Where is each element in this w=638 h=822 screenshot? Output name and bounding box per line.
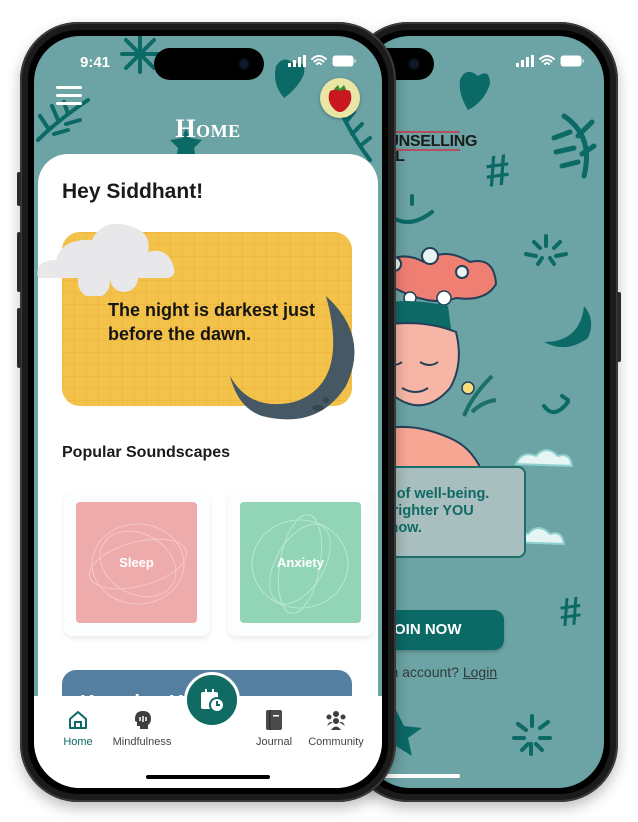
tab-label: Home bbox=[63, 736, 93, 748]
front-phone-frame: 9:41 Home Hey Siddhant! The night is dar… bbox=[17, 22, 396, 802]
soundscape-thumbnail: Sleep bbox=[76, 502, 197, 623]
hamburger-icon-line bbox=[56, 94, 82, 97]
side-button bbox=[617, 292, 621, 362]
soundscape-card-anxiety[interactable]: Anxiety bbox=[228, 490, 374, 636]
status-icons bbox=[288, 55, 356, 67]
schedule-fab-button[interactable] bbox=[184, 672, 240, 728]
leaf-doodle bbox=[551, 113, 597, 179]
bottom-tab-bar: Home Mindfulness Journal Community bbox=[34, 672, 382, 788]
community-icon bbox=[326, 711, 346, 730]
heart-doodle bbox=[459, 71, 490, 110]
home-icon bbox=[69, 711, 87, 729]
hamburger-icon-line bbox=[56, 102, 82, 105]
camera-icon bbox=[238, 58, 250, 70]
signal-icon bbox=[288, 55, 306, 67]
home-indicator bbox=[146, 775, 270, 779]
status-icons bbox=[516, 55, 584, 67]
asterisk-doodle bbox=[120, 36, 160, 74]
volume-up-button bbox=[17, 232, 21, 292]
volume-down-button bbox=[17, 308, 21, 368]
soundscape-label: Sleep bbox=[119, 555, 154, 570]
avatar[interactable] bbox=[320, 78, 360, 118]
sparkle-doodle bbox=[524, 234, 568, 266]
greeting: Hey Siddhant! bbox=[62, 180, 204, 203]
mindfulness-head-icon bbox=[135, 711, 151, 729]
calendar-clock-icon bbox=[201, 689, 225, 713]
tab-community[interactable]: Community bbox=[296, 710, 376, 748]
moon-doodle bbox=[544, 306, 592, 348]
battery-icon bbox=[560, 55, 584, 67]
camera-icon bbox=[408, 58, 420, 70]
home-screen: 9:41 Home Hey Siddhant! The night is dar… bbox=[34, 36, 382, 788]
wifi-icon bbox=[311, 55, 327, 65]
wifi-icon bbox=[539, 55, 555, 65]
cloud-icon bbox=[37, 223, 175, 296]
soundscape-thumbnail: Anxiety bbox=[240, 502, 361, 623]
soundscape-card-sleep[interactable]: Sleep bbox=[64, 490, 210, 636]
hash-doodle-2: # bbox=[557, 589, 585, 636]
action-button bbox=[17, 172, 21, 206]
soundscape-label: Anxiety bbox=[277, 555, 324, 570]
status-time: 9:41 bbox=[80, 54, 111, 71]
journal-icon bbox=[266, 710, 282, 730]
dynamic-island bbox=[154, 48, 264, 80]
tab-label: Mindfulness bbox=[112, 736, 172, 748]
hamburger-icon-line bbox=[56, 86, 82, 89]
onboarding-screen: # # OUNSELLING world of well-being. to a… bbox=[364, 36, 604, 788]
signal-icon bbox=[516, 55, 534, 67]
hash-doodle: # bbox=[482, 145, 513, 197]
page-title: Home bbox=[175, 114, 241, 143]
strawberry-icon bbox=[328, 85, 352, 112]
login-link[interactable]: Login bbox=[463, 664, 497, 680]
tab-label: Community bbox=[308, 736, 364, 748]
section-title: Popular Soundscapes bbox=[62, 444, 231, 461]
menu-button[interactable] bbox=[56, 86, 82, 110]
tab-mindfulness[interactable]: Mindfulness bbox=[102, 710, 182, 748]
tab-label: Journal bbox=[255, 736, 293, 748]
sparkle-doodle-2 bbox=[512, 714, 552, 756]
battery-icon bbox=[332, 55, 356, 67]
smile-curve-doodle bbox=[542, 394, 570, 414]
quote-text: The night is darkest just before the daw… bbox=[108, 300, 316, 344]
